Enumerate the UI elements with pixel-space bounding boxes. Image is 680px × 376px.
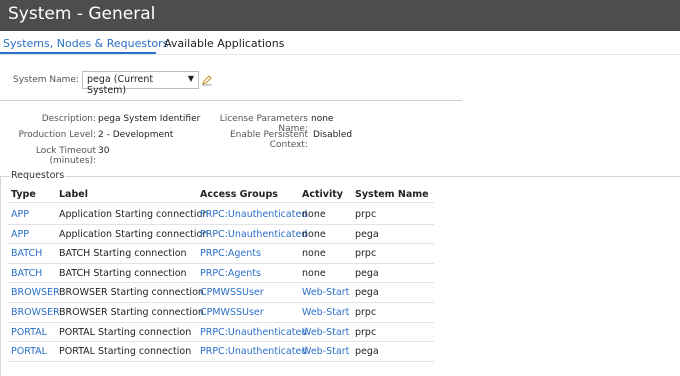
production-level-label: Production Level: xyxy=(18,130,96,140)
requestor-type-cell[interactable]: PORTAL xyxy=(11,346,47,357)
column-header-activity: Activity xyxy=(302,189,343,200)
persistent-context-value: Disabled xyxy=(313,130,353,140)
requestor-access-group-cell[interactable]: CPMWSSUser xyxy=(200,307,264,318)
requestor-label-cell: Application Starting connection xyxy=(59,228,209,240)
requestor-label-cell: BATCH Starting connection xyxy=(59,248,187,260)
edit-pencil-icon[interactable] xyxy=(201,74,213,86)
column-header-type: Type xyxy=(11,189,36,200)
requestor-system-name-cell: pega xyxy=(355,287,379,299)
requestor-type-cell[interactable]: PORTAL xyxy=(11,327,47,338)
requestor-type-cell[interactable]: APP xyxy=(11,209,29,220)
requestor-access-group-cell[interactable]: PRPC:Unauthenticated xyxy=(200,327,307,338)
requestor-access-group-cell[interactable]: PRPC:Unauthenticated xyxy=(200,229,307,240)
lock-timeout-label: Lock Timeout (minutes): xyxy=(35,146,96,166)
table-row-divider xyxy=(8,341,434,343)
column-header-system-name: System Name xyxy=(355,189,429,200)
header-divider xyxy=(8,202,434,203)
requestor-label-cell: PORTAL Starting connection xyxy=(59,326,192,338)
requestor-label-cell: BATCH Starting connection xyxy=(59,267,187,279)
requestor-system-name-cell: prpc xyxy=(355,248,377,260)
requestor-activity-cell: none xyxy=(302,267,326,279)
tab-divider xyxy=(0,54,680,55)
requestor-activity-cell: none xyxy=(302,248,326,260)
requestor-system-name-cell: pega xyxy=(355,346,379,358)
system-name-select[interactable]: pega (Current System) ▼ xyxy=(82,71,199,96)
requestor-type-cell[interactable]: BROWSER xyxy=(11,287,60,298)
requestor-system-name-cell: pega xyxy=(355,267,379,279)
persistent-context-label: Enable Persistent Context: xyxy=(229,130,308,150)
requestor-system-name-cell: prpc xyxy=(355,307,377,318)
requestor-access-group-cell[interactable]: CPMWSSUser xyxy=(200,287,264,298)
license-params-value: none xyxy=(311,114,334,124)
window-title: System - General xyxy=(8,4,156,24)
dropdown-caret-icon: ▼ xyxy=(187,74,194,83)
description-value: pega System Identifier xyxy=(98,114,201,124)
column-header-access-groups: Access Groups xyxy=(200,189,278,200)
requestor-system-name-cell: prpc xyxy=(355,209,377,220)
table-row-divider xyxy=(8,360,434,362)
tab-available-applications[interactable]: Available Applications xyxy=(164,37,284,50)
title-bar: System - General xyxy=(0,0,680,31)
table-row-divider xyxy=(8,262,434,264)
requestor-access-group-cell[interactable]: PRPC:Agents xyxy=(200,248,261,259)
requestor-activity-cell: none xyxy=(302,209,326,220)
system-name-label: System Name: xyxy=(12,75,79,85)
requestor-activity-cell[interactable]: Web-Start xyxy=(302,346,349,357)
table-row-divider xyxy=(8,282,434,284)
requestor-activity-cell[interactable]: Web-Start xyxy=(302,327,349,338)
table-row-divider xyxy=(8,302,434,303)
requestor-access-group-cell[interactable]: PRPC:Unauthenticated xyxy=(200,346,307,357)
requestor-type-cell[interactable]: BATCH xyxy=(11,248,42,259)
production-level-value: 2 - Development xyxy=(98,130,174,140)
tab-systems-nodes-requestors[interactable]: Systems, Nodes & Requestors xyxy=(3,37,168,50)
requestor-type-cell[interactable]: APP xyxy=(11,229,29,240)
table-row-divider xyxy=(8,223,434,225)
requestor-label-cell: Application Starting connection xyxy=(59,209,209,220)
requestor-access-group-cell[interactable]: PRPC:Unauthenticated xyxy=(200,209,307,220)
description-label: Description: xyxy=(41,114,96,124)
requestor-label-cell: PORTAL Starting connection xyxy=(59,346,192,358)
requestor-label-cell: BROWSER Starting connection xyxy=(59,287,204,299)
table-row-divider xyxy=(8,243,434,245)
requestor-system-name-cell: prpc xyxy=(355,326,377,338)
requestor-type-cell[interactable]: BROWSER xyxy=(11,307,60,318)
requestor-activity-cell[interactable]: Web-Start xyxy=(302,287,349,298)
column-header-label: Label xyxy=(59,189,88,200)
requestor-activity-cell: none xyxy=(302,228,326,240)
requestor-access-group-cell[interactable]: PRPC:Agents xyxy=(200,268,261,279)
requestor-system-name-cell: pega xyxy=(355,228,379,240)
requestor-activity-cell[interactable]: Web-Start xyxy=(302,307,349,318)
table-row-divider xyxy=(8,321,434,323)
system-name-value: pega (Current System) xyxy=(87,74,154,96)
requestor-label-cell: BROWSER Starting connection xyxy=(59,307,204,318)
requestors-title: Requestors xyxy=(10,170,66,181)
lock-timeout-value: 30 xyxy=(98,146,110,156)
requestor-type-cell[interactable]: BATCH xyxy=(11,268,42,279)
section-separator xyxy=(0,100,462,101)
